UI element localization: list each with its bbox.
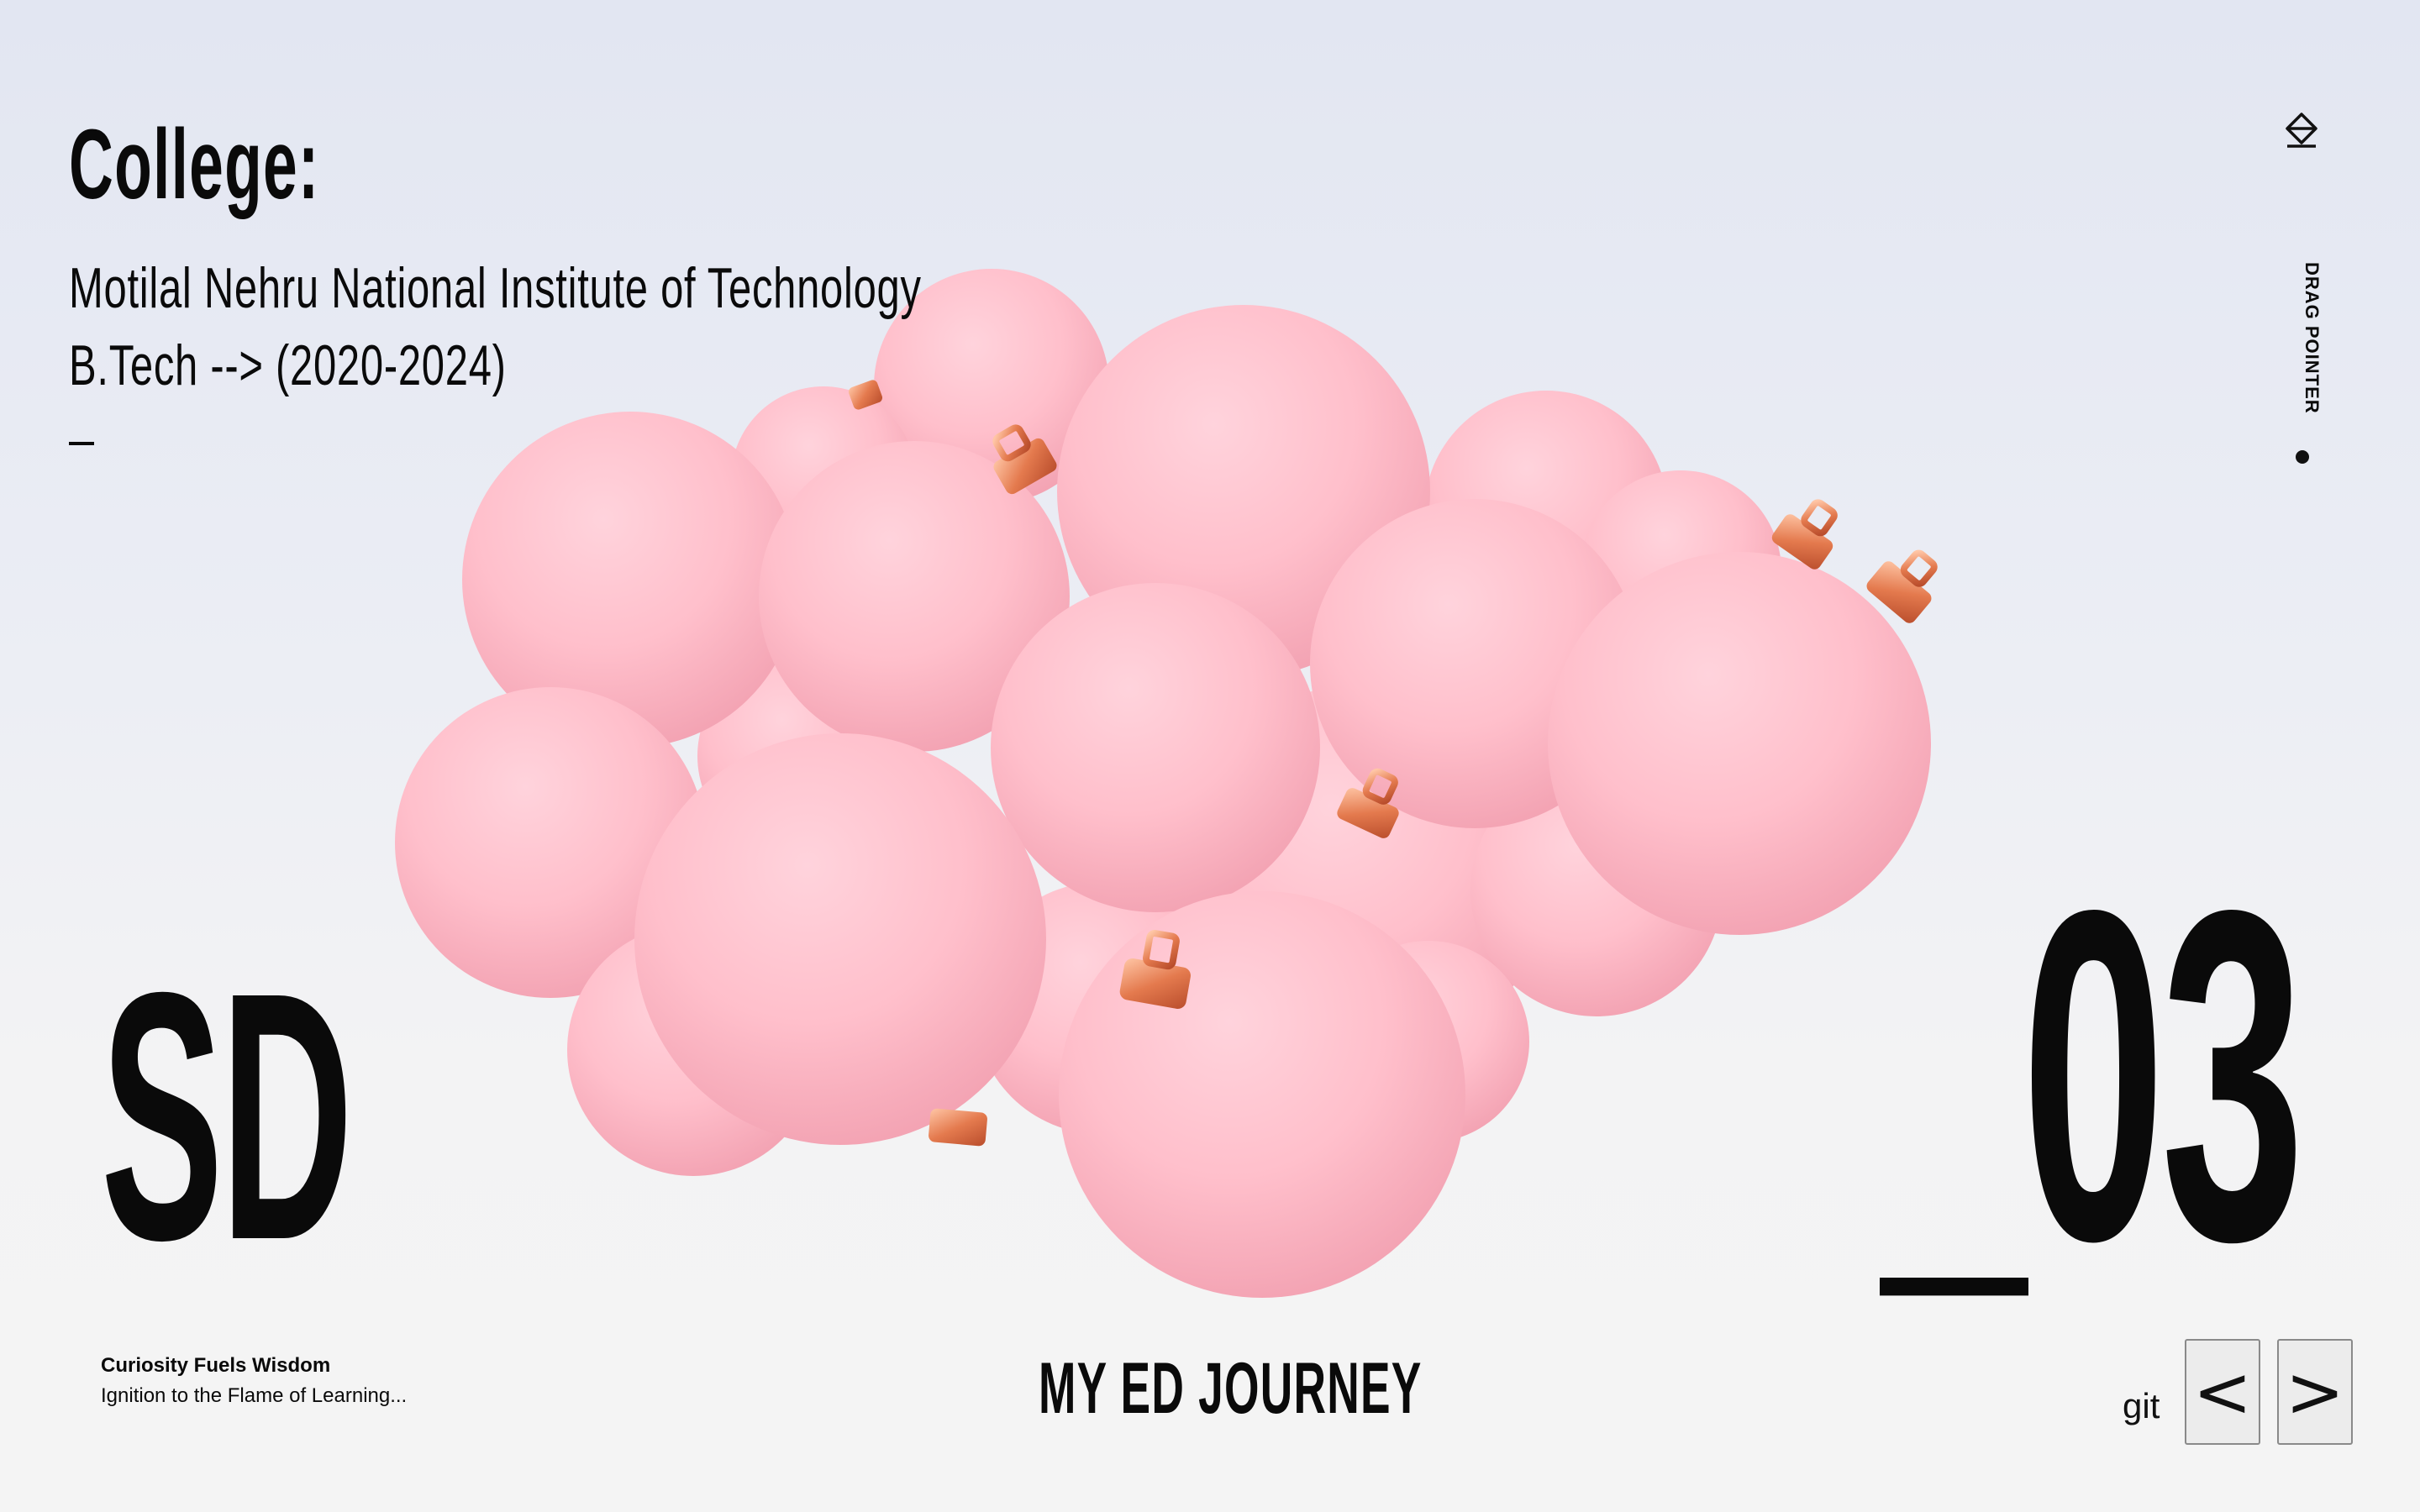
tagline-title: Curiosity Fuels Wisdom: [101, 1354, 331, 1377]
drag-pointer-label: DRAG POINTER: [2302, 262, 2323, 414]
ornament: [991, 583, 1320, 912]
journey-title: MY ED JOURNEY: [1039, 1348, 1423, 1429]
git-link[interactable]: git: [2123, 1386, 2160, 1426]
drag-pointer-handle[interactable]: [2296, 450, 2309, 464]
home-eraser-icon[interactable]: [2282, 111, 2321, 150]
divider-dash: [69, 442, 94, 445]
tagline-subtitle: Ignition to the Flame of Learning...: [101, 1384, 408, 1407]
ornament-cap: [929, 1108, 987, 1147]
college-name: Motilal Nehru National Institute of Tech…: [69, 256, 922, 320]
ornament: [1059, 891, 1465, 1298]
next-button[interactable]: >: [2277, 1339, 2353, 1445]
prev-button[interactable]: <: [2185, 1339, 2260, 1445]
ornament: [1548, 552, 1931, 935]
logo[interactable]: SD: [101, 941, 353, 1294]
section-number: _03: [1882, 812, 2305, 1338]
degree-text: B.Tech --> (2020-2024): [69, 333, 507, 397]
ornament: [634, 733, 1046, 1145]
section-heading: College:: [69, 109, 320, 220]
